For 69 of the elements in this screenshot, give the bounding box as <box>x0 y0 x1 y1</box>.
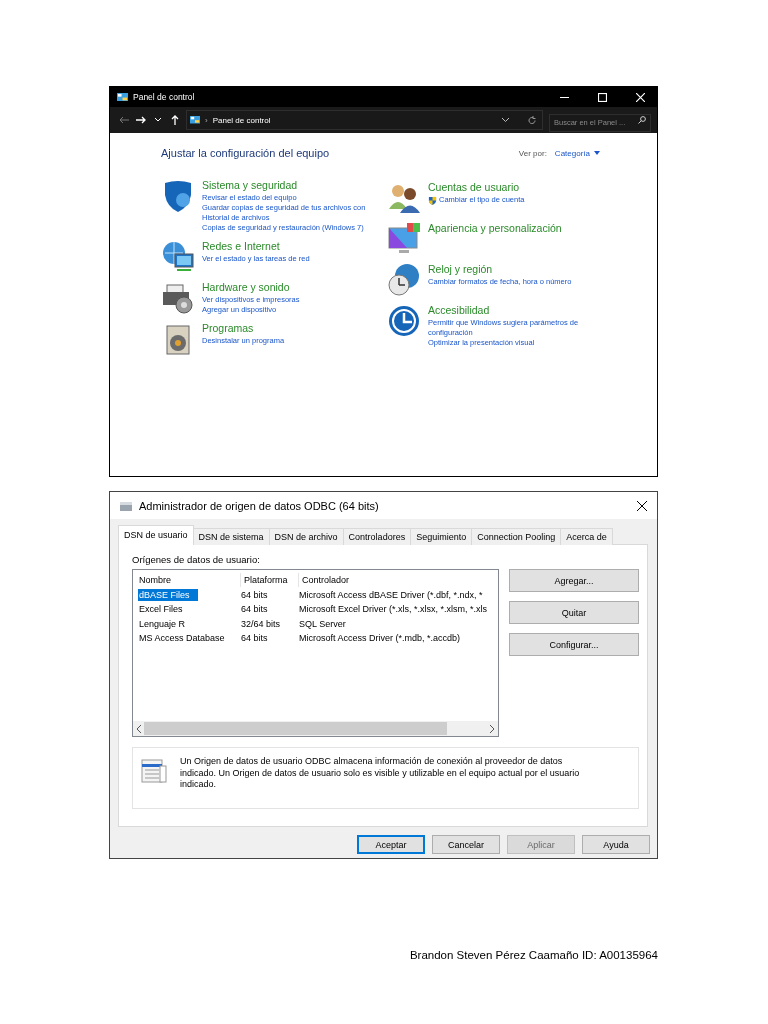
path-separator: › <box>205 115 208 125</box>
database-icon <box>119 499 133 512</box>
tab[interactable]: DSN de archivo <box>268 528 344 545</box>
table-cell[interactable]: dBASE Files <box>138 588 198 601</box>
clock-globe-icon <box>387 263 421 297</box>
category-title-link[interactable]: Cuentas de usuario <box>428 181 603 194</box>
window-title: Panel de control <box>133 92 195 102</box>
category-title-link[interactable]: Apariencia y personalización <box>428 222 603 235</box>
dialog-button[interactable]: Configurar... <box>509 633 639 656</box>
table-cell: Microsoft Access Driver (*.mdb, *.accdb) <box>298 632 461 645</box>
caret-icon <box>594 151 600 155</box>
tab[interactable]: Controladores <box>342 528 412 545</box>
view-by-dropdown[interactable]: Categoría <box>554 148 600 158</box>
up-arrow-icon[interactable] <box>169 113 181 127</box>
tab[interactable]: DSN de usuario <box>118 525 194 545</box>
view-by-label: Ver por: <box>518 148 547 158</box>
table-cell: 64 bits <box>240 632 268 645</box>
table-cell[interactable]: Lenguaje R <box>138 617 186 630</box>
author-caption: Brandon Steven Pérez Caamaño ID: A00135964 <box>408 949 658 961</box>
category-title-link[interactable]: Hardware y sonido <box>202 281 368 294</box>
category-title-link[interactable]: Accesibilidad <box>428 304 603 317</box>
column-header[interactable]: Plataforma <box>240 573 298 587</box>
table-cell[interactable]: MS Access Database <box>138 632 225 645</box>
table-cell: 64 bits <box>240 603 268 616</box>
dialog-button[interactable]: Agregar... <box>509 569 639 592</box>
printer-icon <box>161 281 195 315</box>
scrollbar-thumb[interactable] <box>144 722 447 735</box>
dialog-button[interactable]: Cancelar <box>432 835 500 854</box>
chevron-down-icon <box>502 118 509 122</box>
monitor-icon <box>387 222 421 256</box>
window-title: Administrador de origen de datos ODBC (64 bits) <box>139 499 379 512</box>
category-title-link[interactable]: Redes e Internet <box>202 240 368 253</box>
minimize-icon <box>560 96 569 98</box>
column-header[interactable]: Controlador <box>298 573 498 587</box>
list-label: Orígenes de datos de usuario: <box>132 554 261 565</box>
control-panel-icon <box>190 116 200 124</box>
table-cell: 32/64 bits <box>240 617 281 630</box>
address-path: Panel de control <box>212 115 271 125</box>
accessibility-icon <box>387 304 421 338</box>
dialog-button[interactable]: Ayuda <box>582 835 650 854</box>
tab[interactable]: DSN de sistema <box>192 528 270 545</box>
category-title-link[interactable]: Programas <box>202 322 368 335</box>
column-header[interactable]: Nombre <box>138 573 240 587</box>
category-title-link[interactable]: Reloj y región <box>428 263 603 276</box>
tab[interactable]: Acerca de <box>560 528 613 545</box>
dialog-button[interactable]: Quitar <box>509 601 639 624</box>
table-cell: Microsoft Excel Driver (*.xls, *.xlsx, *.xlsm, *.xls <box>298 603 488 616</box>
table-cell: Microsoft Access dBASE Driver (*.dbf, *.ndx, * <box>298 588 483 601</box>
network-icon <box>161 240 195 274</box>
control-panel-icon <box>117 92 128 102</box>
refresh-icon <box>528 115 536 125</box>
tab[interactable]: Seguimiento <box>410 528 473 545</box>
dialog-button[interactable]: Aceptar <box>357 835 425 854</box>
maximize-icon <box>598 92 607 102</box>
table-icon <box>141 756 167 784</box>
search-icon[interactable] <box>638 116 646 124</box>
close-icon <box>636 92 645 102</box>
table-cell[interactable]: Excel Files <box>138 603 183 616</box>
table-cell: SQL Server <box>298 617 346 630</box>
close-icon <box>637 500 647 511</box>
category-title-link[interactable]: Sistema y seguridad <box>202 179 368 192</box>
scroll-left-icon[interactable] <box>136 724 141 733</box>
address-bar[interactable]: › Panel de control <box>186 110 543 130</box>
scroll-right-icon[interactable] <box>490 724 495 733</box>
tab[interactable]: Connection Pooling <box>471 528 562 545</box>
page-heading: Ajustar la configuración del equipo <box>161 147 330 159</box>
info-text: Un Origen de datos de usuario ODBC almacena información de conexión al proveedor de datos indicado. Un Origen de datos de usuario solo es visible y utilizable en el equipo actual por el usuario indicado. <box>180 756 581 791</box>
shield-icon <box>428 195 437 205</box>
table-cell: 64 bits <box>240 588 268 601</box>
